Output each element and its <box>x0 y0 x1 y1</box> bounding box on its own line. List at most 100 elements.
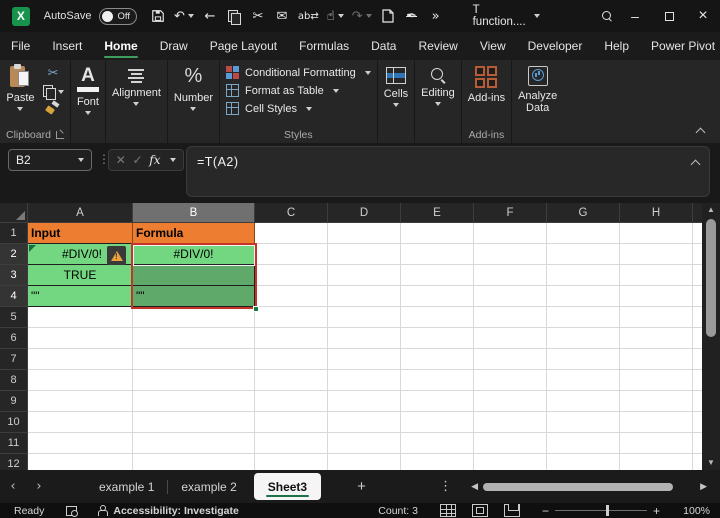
number-button[interactable]: % Number <box>174 64 213 111</box>
cell-G12[interactable] <box>547 454 620 470</box>
cell-B6[interactable] <box>133 328 255 349</box>
tab-formulas[interactable]: Formulas <box>288 32 360 60</box>
vertical-scroll-thumb[interactable] <box>706 219 716 337</box>
scroll-left-icon[interactable]: ◀ <box>466 481 483 492</box>
cell-H10[interactable] <box>620 412 693 433</box>
scroll-up-icon[interactable]: ▲ <box>707 203 715 217</box>
cell-A1[interactable]: Input <box>28 223 133 244</box>
col-header-H[interactable]: H <box>620 203 693 223</box>
cell-G11[interactable] <box>547 433 620 454</box>
editing-button[interactable]: Editing <box>421 64 455 106</box>
cell-F6[interactable] <box>474 328 547 349</box>
cell-G1[interactable] <box>547 223 620 244</box>
cell-E9[interactable] <box>401 391 474 412</box>
cell-D7[interactable] <box>328 349 401 370</box>
row-header-7[interactable]: 7 <box>0 349 28 370</box>
accessibility-status[interactable]: Accessibility: Investigate <box>113 505 238 517</box>
cell-H4[interactable] <box>620 286 693 307</box>
prev-sheet-icon[interactable]: ‹ <box>0 479 26 494</box>
enter-icon[interactable]: ✓ <box>133 153 143 167</box>
row-header-5[interactable]: 5 <box>0 307 28 328</box>
cell-C11[interactable] <box>255 433 328 454</box>
cell-B2[interactable]: #DIV/0! <box>133 244 255 265</box>
cell-E7[interactable] <box>401 349 474 370</box>
cell-G8[interactable] <box>547 370 620 391</box>
cell-F9[interactable] <box>474 391 547 412</box>
more-commands-icon[interactable]: » <box>425 4 447 28</box>
clipboard-dialog-launcher-icon[interactable] <box>55 131 64 139</box>
redo-button[interactable]: ↷ <box>349 4 375 28</box>
row-header-4[interactable]: 4 <box>0 286 28 307</box>
touch-mode-icon[interactable]: ☝ <box>324 4 347 28</box>
cell-A9[interactable] <box>28 391 133 412</box>
cell-F7[interactable] <box>474 349 547 370</box>
search-icon[interactable] <box>596 4 618 28</box>
window-title[interactable]: T function.... <box>473 4 540 28</box>
formula-input[interactable]: =T(A2) <box>186 146 710 197</box>
copy-button[interactable] <box>42 85 64 100</box>
zoom-in-icon[interactable]: + <box>647 504 666 518</box>
cell-H2[interactable] <box>620 244 693 265</box>
cell-D12[interactable] <box>328 454 401 470</box>
row-header-9[interactable]: 9 <box>0 391 28 412</box>
cell-B10[interactable] <box>133 412 255 433</box>
cell-D4[interactable] <box>328 286 401 307</box>
cell-E6[interactable] <box>401 328 474 349</box>
format-as-table-button[interactable]: Format as Table <box>226 84 339 97</box>
cell-E2[interactable] <box>401 244 474 265</box>
autosave-toggle[interactable]: Off <box>99 7 137 25</box>
col-header-A[interactable]: A <box>28 203 133 223</box>
new-sheet-icon[interactable]: + <box>357 478 366 495</box>
cell-H7[interactable] <box>620 349 693 370</box>
tab-developer[interactable]: Developer <box>517 32 594 60</box>
cell-D9[interactable] <box>328 391 401 412</box>
name-box[interactable]: B2 <box>8 149 92 171</box>
collapse-ribbon-icon[interactable] <box>695 127 706 139</box>
cut-button-icon[interactable]: ✂ <box>48 66 59 81</box>
cell-H6[interactable] <box>620 328 693 349</box>
tab-power-pivot[interactable]: Power Pivot <box>640 32 720 60</box>
cell-G10[interactable] <box>547 412 620 433</box>
paste-button[interactable]: Paste <box>6 64 35 111</box>
cell-F12[interactable] <box>474 454 547 470</box>
horizontal-scroll-thumb[interactable] <box>483 482 674 491</box>
scroll-right-icon[interactable]: ▶ <box>695 481 712 492</box>
addins-button[interactable]: Add-ins <box>468 64 505 104</box>
sheet-tab-sheet3[interactable]: Sheet3 <box>253 473 322 500</box>
sheet-tab-example-2[interactable]: example 2 <box>168 470 249 503</box>
cell-F11[interactable] <box>474 433 547 454</box>
cell-F3[interactable] <box>474 265 547 286</box>
tab-page-layout[interactable]: Page Layout <box>199 32 288 60</box>
cell-H11[interactable] <box>620 433 693 454</box>
page-break-view-icon[interactable] <box>503 504 520 517</box>
save-icon[interactable] <box>147 4 169 28</box>
row-header-11[interactable]: 11 <box>0 433 28 454</box>
new-file-icon[interactable] <box>377 4 399 28</box>
row-header-1[interactable]: 1 <box>0 223 28 244</box>
cell-A6[interactable] <box>28 328 133 349</box>
cell-C2[interactable] <box>255 244 328 265</box>
tab-home[interactable]: Home <box>93 32 148 60</box>
tab-draw[interactable]: Draw <box>149 32 199 60</box>
fill-handle[interactable] <box>253 306 259 312</box>
cell-E4[interactable] <box>401 286 474 307</box>
cell-C6[interactable] <box>255 328 328 349</box>
cell-F4[interactable] <box>474 286 547 307</box>
cell-E8[interactable] <box>401 370 474 391</box>
cell-C12[interactable] <box>255 454 328 470</box>
cell-C3[interactable] <box>255 265 328 286</box>
cell-H1[interactable] <box>620 223 693 244</box>
cell-D10[interactable] <box>328 412 401 433</box>
translate-icon[interactable]: ab ⇄ <box>295 4 322 28</box>
fx-dropdown-icon[interactable] <box>170 158 177 162</box>
maximize-button[interactable] <box>652 0 686 32</box>
row-header-6[interactable]: 6 <box>0 328 28 349</box>
cell-D2[interactable] <box>328 244 401 265</box>
horizontal-scrollbar[interactable]: ◀ ▶ <box>466 481 712 492</box>
cell-C8[interactable] <box>255 370 328 391</box>
cell-A12[interactable] <box>28 454 133 470</box>
copy-icon[interactable] <box>223 4 245 28</box>
col-header-D[interactable]: D <box>328 203 401 223</box>
undo-button[interactable]: ↶ <box>171 4 197 28</box>
cell-B8[interactable] <box>133 370 255 391</box>
